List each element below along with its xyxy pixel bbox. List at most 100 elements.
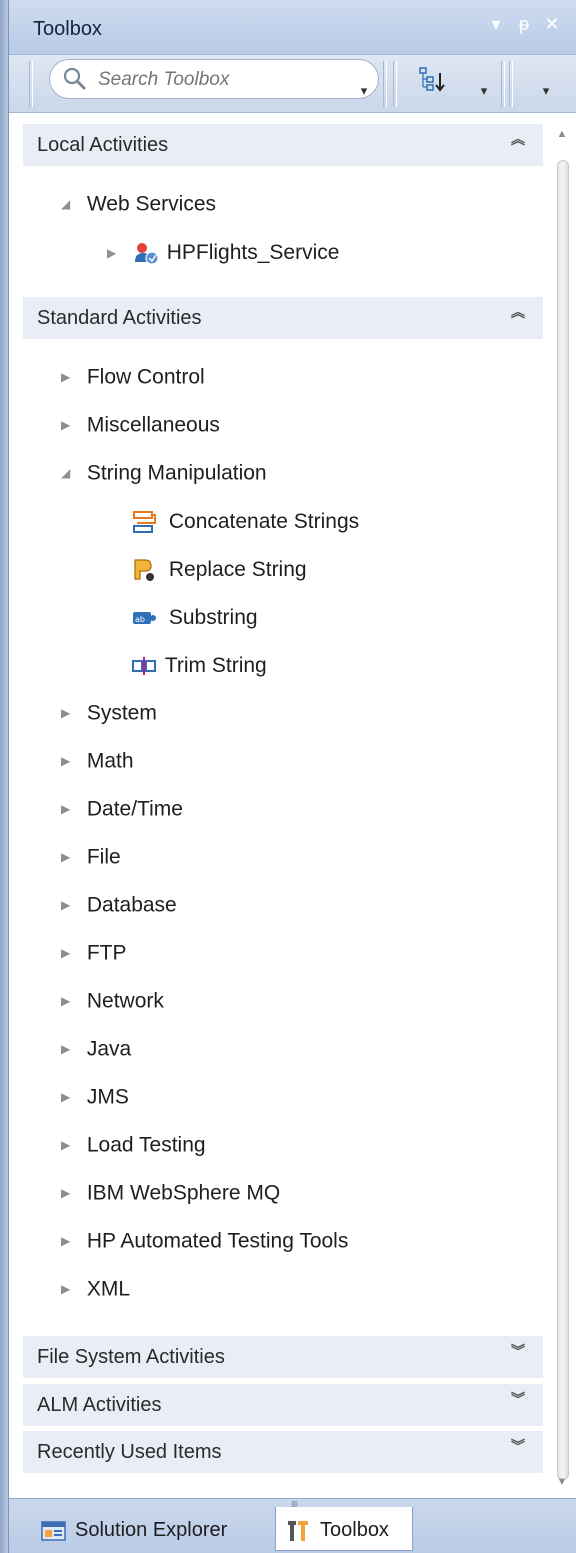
category-label: ALM Activities [37, 1394, 162, 1416]
node-label: Concatenate Strings [168, 510, 360, 533]
expanded-arrow-icon[interactable]: ◢ [61, 197, 81, 211]
tab-label: Toolbox [320, 1519, 389, 1541]
category-label: Recently Used Items [37, 1441, 222, 1463]
svg-text:ab: ab [135, 615, 145, 624]
toolbar-separator [501, 61, 505, 107]
tree-node-web-services[interactable]: ◢ Web Services [61, 192, 216, 224]
collapsed-arrow-icon[interactable]: ▶ [61, 1138, 81, 1152]
category-file-system-activities[interactable]: File System Activities ︾ [23, 1336, 543, 1378]
search-box[interactable] [49, 59, 379, 99]
search-input[interactable] [98, 65, 348, 95]
node-label: String Manipulation [86, 461, 267, 485]
search-icon [63, 67, 86, 90]
collapsed-arrow-icon[interactable]: ▶ [61, 850, 81, 864]
tree-node-file[interactable]: ▶ File [61, 845, 121, 877]
category-alm-activities[interactable]: ALM Activities ︾ [23, 1384, 543, 1426]
tab-solution-explorer[interactable]: Solution Explorer [31, 1511, 273, 1551]
tree-node-xml[interactable]: ▶ XML [61, 1277, 130, 1309]
expand-chevron-icon[interactable]: ︾ [507, 1344, 529, 1368]
node-label: FTP [86, 941, 127, 965]
sort-dropdown-arrow-icon[interactable]: ▾ [473, 83, 495, 105]
panel-title: Toolbox [33, 18, 102, 40]
node-label: Math [86, 749, 134, 773]
toolbar-overflow-arrow-icon[interactable]: ▾ [535, 83, 557, 105]
node-label: IBM WebSphere MQ [86, 1181, 281, 1205]
collapse-chevron-icon[interactable]: ︽ [507, 305, 529, 329]
node-label: JMS [86, 1085, 129, 1109]
collapsed-arrow-icon[interactable]: ▶ [61, 1186, 81, 1200]
toolbar-separator [509, 61, 513, 107]
activity-replace-string[interactable]: Replace String [131, 557, 307, 589]
concatenate-icon [133, 511, 156, 533]
vertical-scrollbar[interactable]: ▲ ▼ [547, 124, 576, 1499]
activity-substring[interactable]: ab Substring [131, 605, 258, 637]
toolbox-panel: Toolbox ▾ ᵽ ✕ ▾ ▾ ▾ [8, 0, 576, 1553]
toolbar-separator [393, 61, 397, 107]
node-label: System [86, 701, 157, 725]
collapsed-arrow-icon[interactable]: ▶ [61, 754, 81, 768]
node-label: Replace String [168, 558, 307, 581]
collapsed-arrow-icon[interactable]: ▶ [61, 1090, 81, 1104]
collapsed-arrow-icon[interactable]: ▶ [61, 1282, 81, 1296]
tree-node-hp-automated-testing-tools[interactable]: ▶ HP Automated Testing Tools [61, 1229, 348, 1261]
node-label: HPFlights_Service [166, 241, 340, 264]
scrollbar-thumb[interactable] [557, 160, 569, 1480]
node-label: Network [86, 989, 164, 1013]
web-service-icon [134, 243, 159, 265]
activity-trim-string[interactable]: Trim String [131, 653, 267, 685]
tab-toolbox[interactable]: Toolbox [275, 1507, 413, 1551]
tree-node-date-time[interactable]: ▶ Date/Time [61, 797, 183, 829]
window-position-dropdown-icon[interactable]: ▾ [485, 14, 507, 35]
activity-concatenate-strings[interactable]: Concatenate Strings [131, 509, 359, 541]
category-standard-activities[interactable]: Standard Activities ︽ [23, 297, 543, 339]
node-label: Substring [168, 606, 258, 629]
expand-chevron-icon[interactable]: ︾ [507, 1439, 529, 1463]
tree-node-miscellaneous[interactable]: ▶ Miscellaneous [61, 413, 220, 445]
window-frame-edge [0, 0, 8, 1553]
tree-node-ftp[interactable]: ▶ FTP [61, 941, 127, 973]
collapsed-arrow-icon[interactable]: ▶ [61, 1234, 81, 1248]
trim-icon [132, 657, 156, 675]
tree-node-network[interactable]: ▶ Network [61, 989, 164, 1021]
tree-node-math[interactable]: ▶ Math [61, 749, 134, 781]
tree-node-load-testing[interactable]: ▶ Load Testing [61, 1133, 206, 1165]
node-label: Trim String [164, 654, 267, 677]
collapsed-arrow-icon[interactable]: ▶ [61, 1042, 81, 1056]
expanded-arrow-icon[interactable]: ◢ [61, 466, 81, 480]
search-dropdown-arrow-icon[interactable]: ▾ [353, 83, 375, 105]
category-local-activities[interactable]: Local Activities ︽ [23, 124, 543, 166]
scroll-down-arrow-icon[interactable]: ▼ [553, 1476, 571, 1496]
expand-chevron-icon[interactable]: ︾ [507, 1392, 529, 1416]
category-label: Local Activities [37, 134, 169, 156]
node-label: File [86, 845, 121, 869]
tree-node-ibm-websphere-mq[interactable]: ▶ IBM WebSphere MQ [61, 1181, 280, 1213]
tree-node-string-manipulation[interactable]: ◢ String Manipulation [61, 461, 267, 493]
collapsed-arrow-icon[interactable]: ▶ [61, 418, 81, 432]
collapsed-arrow-icon[interactable]: ▶ [61, 994, 81, 1008]
collapsed-arrow-icon[interactable]: ▶ [61, 898, 81, 912]
tree-node-java[interactable]: ▶ Java [61, 1037, 131, 1069]
collapsed-arrow-icon[interactable]: ▶ [61, 370, 81, 384]
collapsed-arrow-icon[interactable]: ▶ [107, 246, 127, 260]
scroll-up-arrow-icon[interactable]: ▲ [553, 128, 571, 148]
collapsed-arrow-icon[interactable]: ▶ [61, 946, 81, 960]
tree-node-hpflights-service[interactable]: ▶ HPFlights_Service [107, 240, 339, 272]
bottom-tab-strip: ≡ Solution Explorer Toolbox [9, 1498, 576, 1553]
tree-node-flow-control[interactable]: ▶ Flow Control [61, 365, 205, 397]
sort-icon[interactable] [417, 65, 447, 95]
node-label: Miscellaneous [86, 413, 220, 437]
collapsed-arrow-icon[interactable]: ▶ [61, 706, 81, 720]
collapsed-arrow-icon[interactable]: ▶ [61, 802, 81, 816]
tree-node-database[interactable]: ▶ Database [61, 893, 177, 925]
tree-node-system[interactable]: ▶ System [61, 701, 157, 733]
tree-node-jms[interactable]: ▶ JMS [61, 1085, 129, 1117]
close-icon[interactable]: ✕ [541, 14, 563, 35]
toolbox-tools-icon [288, 1521, 308, 1541]
collapse-chevron-icon[interactable]: ︽ [507, 132, 529, 156]
pin-icon[interactable]: ᵽ [513, 14, 535, 35]
node-label: Database [86, 893, 177, 917]
substring-icon: ab [133, 612, 156, 624]
category-recently-used-items[interactable]: Recently Used Items ︾ [23, 1431, 543, 1473]
node-label: Java [86, 1037, 132, 1061]
node-label: Load Testing [86, 1133, 206, 1157]
